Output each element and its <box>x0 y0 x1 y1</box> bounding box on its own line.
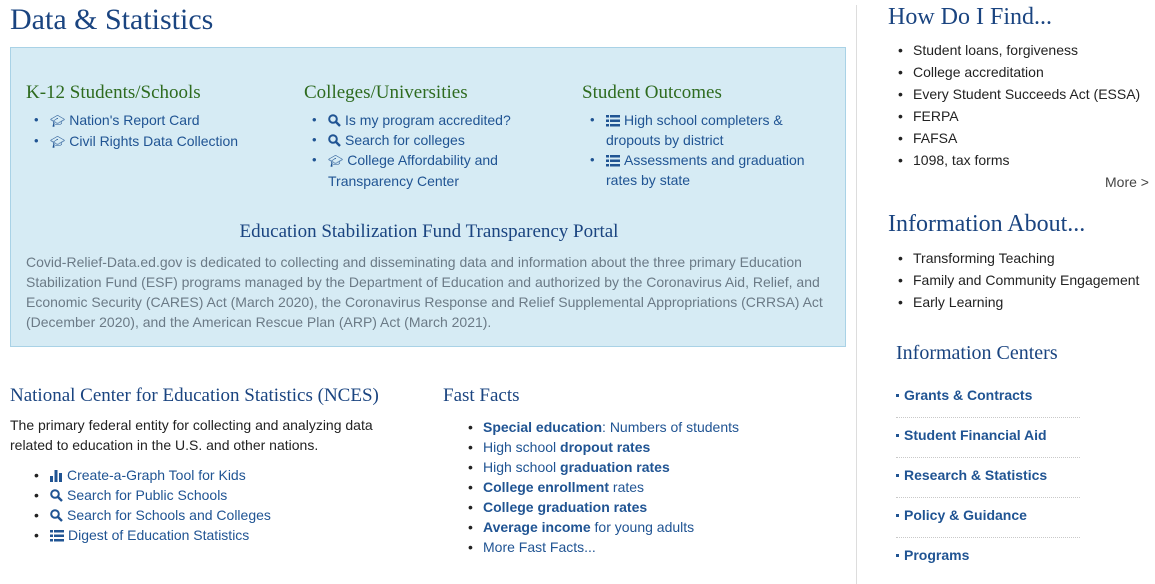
civil-rights-data-link[interactable]: Civil Rights Data Collection <box>69 133 238 149</box>
colleges-heading: Colleges/Universities <box>304 82 468 103</box>
nces-description: The primary federal entity for collectin… <box>10 417 373 453</box>
search-colleges-link[interactable]: Search for colleges <box>345 132 465 148</box>
information-about-heading: Information About... <box>888 211 1086 237</box>
list-item[interactable]: Family and Community Engagement <box>888 269 1148 291</box>
esf-description: Covid-Relief-Data.ed.gov is dedicated to… <box>26 254 823 330</box>
center-grants-contracts[interactable]: Grants & Contracts <box>896 378 1080 418</box>
list-icon <box>606 155 620 167</box>
nces-heading[interactable]: National Center for Education Statistics… <box>10 385 410 407</box>
list-item[interactable]: FERPA <box>888 105 1148 127</box>
fast-fact-average-income[interactable]: Average income for young adults <box>443 517 823 537</box>
fast-fact-dropout-rates[interactable]: High school dropout rates <box>443 437 823 457</box>
bullet-icon <box>896 474 899 477</box>
information-about-list: Transforming Teaching Family and Communi… <box>888 247 1148 313</box>
more-fast-facts-link[interactable]: More Fast Facts... <box>443 537 823 557</box>
assessments-link[interactable]: Assessments and graduation rates by stat… <box>606 152 805 188</box>
search-schools-colleges-link[interactable]: Search for Schools and Colleges <box>67 507 271 523</box>
more-link[interactable]: More > <box>1105 174 1149 190</box>
list-item[interactable]: Search for Public Schools <box>10 485 410 505</box>
list-item[interactable]: High school completers & dropouts by dis… <box>582 110 812 150</box>
graduation-cap-icon: 🎓︎ <box>328 154 344 168</box>
fast-fact-special-education[interactable]: Special education: Numbers of students <box>443 417 823 437</box>
center-policy-guidance[interactable]: Policy & Guidance <box>896 498 1080 538</box>
bullet-icon <box>896 394 899 397</box>
list-item[interactable]: Search for colleges <box>304 130 534 150</box>
featured-data-box: K-12 Students/Schools 🎓︎Nation's Report … <box>10 47 846 347</box>
bullet-icon <box>896 554 899 557</box>
page-title: Data & Statistics <box>10 3 214 36</box>
list-item[interactable]: Transforming Teaching <box>888 247 1148 269</box>
list-item[interactable]: Early Learning <box>888 291 1148 313</box>
fast-fact-graduation-rates[interactable]: High school graduation rates <box>443 457 823 477</box>
list-item[interactable]: 1098, tax forms <box>888 149 1148 171</box>
digest-link[interactable]: Digest of Education Statistics <box>68 527 249 543</box>
search-public-schools-link[interactable]: Search for Public Schools <box>67 487 227 503</box>
create-a-graph-link[interactable]: Create-a-Graph Tool for Kids <box>67 467 246 483</box>
fast-facts-heading[interactable]: Fast Facts <box>443 385 823 407</box>
list-icon <box>50 530 64 542</box>
information-centers-heading: Information Centers <box>896 342 1058 364</box>
k12-heading: K-12 Students/Schools <box>26 82 201 103</box>
list-item[interactable]: Every Student Succeeds Act (ESSA) <box>888 83 1148 105</box>
search-icon <box>50 489 63 502</box>
center-programs[interactable]: Programs <box>896 538 1080 578</box>
fast-fact-college-enrollment[interactable]: College enrollment rates <box>443 477 823 497</box>
list-item[interactable]: Student loans, forgiveness <box>888 39 1148 61</box>
center-research-statistics[interactable]: Research & Statistics <box>896 458 1080 498</box>
graduation-cap-icon: 🎓︎ <box>50 135 66 149</box>
bullet-icon <box>896 434 899 437</box>
bar-chart-icon <box>50 470 62 482</box>
program-accredited-link[interactable]: Is my program accredited? <box>345 112 511 128</box>
college-affordability-link[interactable]: College Affordability and Transparency C… <box>328 152 498 189</box>
how-do-i-find-heading: How Do I Find... <box>888 4 1053 30</box>
list-item[interactable]: FAFSA <box>888 127 1148 149</box>
k12-column: K-12 Students/Schools 🎓︎Nation's Report … <box>26 82 286 152</box>
center-student-financial-aid[interactable]: Student Financial Aid <box>896 418 1080 458</box>
list-item[interactable]: Search for Schools and Colleges <box>10 505 410 525</box>
list-item[interactable]: Create-a-Graph Tool for Kids <box>10 465 410 485</box>
outcomes-heading: Student Outcomes <box>582 82 722 103</box>
list-item[interactable]: Digest of Education Statistics <box>10 525 410 545</box>
fast-facts-section: Fast Facts Special education: Numbers of… <box>443 385 823 557</box>
information-centers-list: Grants & Contracts Student Financial Aid… <box>896 378 1080 578</box>
list-item[interactable]: College accreditation <box>888 61 1148 83</box>
outcomes-column: Student Outcomes High school completers … <box>582 82 812 190</box>
hs-completers-link[interactable]: High school completers & dropouts by dis… <box>606 112 783 148</box>
nces-section: National Center for Education Statistics… <box>10 385 410 545</box>
search-icon <box>328 114 341 127</box>
bullet-icon <box>896 514 899 517</box>
nations-report-card-link[interactable]: Nation's Report Card <box>69 112 199 128</box>
fast-fact-college-graduation[interactable]: College graduation rates <box>443 497 823 517</box>
colleges-column: Colleges/Universities Is my program accr… <box>304 82 534 191</box>
how-do-i-find-list: Student loans, forgiveness College accre… <box>888 39 1148 171</box>
list-item[interactable]: 🎓︎Nation's Report Card <box>26 110 286 131</box>
column-divider <box>856 5 857 584</box>
search-icon <box>50 509 63 522</box>
list-item[interactable]: Is my program accredited? <box>304 110 534 130</box>
graduation-cap-icon: 🎓︎ <box>50 114 66 128</box>
list-item[interactable]: 🎓︎Civil Rights Data Collection <box>26 131 286 152</box>
list-item[interactable]: 🎓︎College Affordability and Transparency… <box>304 150 534 191</box>
list-icon <box>606 115 620 127</box>
search-icon <box>328 134 341 147</box>
esf-portal-link[interactable]: Education Stabilization Fund Transparenc… <box>11 221 847 243</box>
list-item[interactable]: Assessments and graduation rates by stat… <box>582 150 812 190</box>
